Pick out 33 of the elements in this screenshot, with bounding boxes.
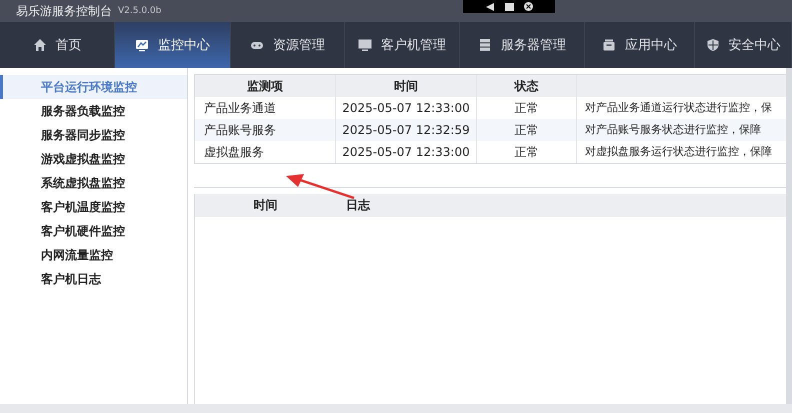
sidebar-item[interactable]: 游戏虚拟盘监控	[0, 147, 187, 171]
column-header: 时间	[195, 194, 336, 217]
shield-icon	[706, 38, 720, 52]
nav-tab[interactable]: 监控中心	[115, 22, 231, 68]
column-header: 状态	[477, 75, 577, 97]
sidebar-item[interactable]: 客户机硬件监控	[0, 219, 187, 243]
sidebar-item[interactable]: 服务器负载监控	[0, 99, 187, 123]
sidebar-item[interactable]: 系统虚拟盘监控	[0, 171, 187, 195]
annotation-arrow	[286, 174, 354, 200]
close-icon[interactable]	[524, 2, 532, 11]
column-header: 监测项	[195, 75, 336, 97]
table-cell: 正常	[477, 119, 577, 141]
sidebar-item[interactable]: 客户机日志	[0, 267, 187, 291]
table-cell: 2025-05-07 12:33:00	[336, 141, 477, 163]
window-icon[interactable]	[504, 2, 514, 10]
app-title: 易乐游服务控制台	[16, 2, 112, 20]
back-icon[interactable]	[486, 2, 494, 10]
monitor-icon	[358, 38, 372, 52]
version-label: V2.5.0.0b	[118, 6, 162, 16]
scrollbar[interactable]	[786, 68, 792, 404]
table-cell: 2025-05-07 12:32:59	[336, 119, 477, 141]
sidebar-item[interactable]: 内网流量监控	[0, 243, 187, 267]
table-cell: 产品账号服务	[195, 119, 336, 141]
sidebar-item[interactable]: 客户机温度监控	[0, 195, 187, 219]
home-icon	[32, 38, 46, 52]
table-cell: 虚拟盘服务	[195, 141, 336, 163]
sidebar-item[interactable]: 平台运行环境监控	[0, 75, 187, 99]
server-icon	[478, 38, 492, 52]
box-icon	[602, 38, 616, 52]
table-cell: 正常	[477, 141, 577, 163]
column-header: 时间	[336, 75, 477, 97]
sidebar-item[interactable]: 服务器同步监控	[0, 123, 187, 147]
chart-icon	[135, 38, 149, 52]
